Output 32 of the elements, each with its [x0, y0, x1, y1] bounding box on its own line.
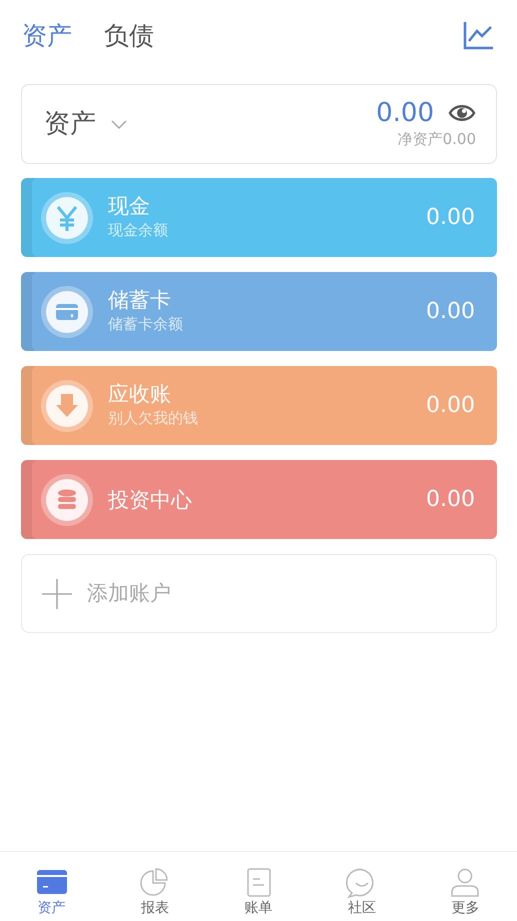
chart-icon — [463, 20, 495, 50]
account-name: 现金 — [108, 193, 151, 220]
account-amount: 0.00 — [426, 392, 475, 420]
nav-tab[interactable]: 账单 — [206, 852, 310, 921]
account-name: 储蓄卡 — [108, 287, 172, 314]
nav-tab[interactable]: 更多 — [414, 852, 517, 921]
account-name: 投资中心 — [108, 486, 192, 512]
yen-icon — [41, 192, 93, 244]
chevron-down-icon — [110, 118, 128, 130]
plus-icon — [42, 578, 72, 608]
bank-card-icon — [41, 286, 93, 338]
summary-title: 资产 — [44, 108, 96, 140]
net-assets-text: 净资产0.00 — [398, 128, 476, 150]
account-card[interactable]: 投资中心 0.00 — [21, 460, 497, 539]
account-subtitle: 别人欠我的钱 — [108, 408, 198, 430]
nav-tab[interactable]: 报表 — [103, 852, 207, 921]
account-card[interactable]: 储蓄卡 储蓄卡余额 0.00 — [21, 272, 497, 351]
coin-stack-icon — [41, 474, 93, 526]
account-name: 应收账 — [108, 381, 172, 408]
account-card[interactable]: 现金 现金余额 0.00 — [21, 178, 497, 257]
add-account-label: 添加账户 — [87, 580, 171, 607]
account-amount: 0.00 — [426, 298, 475, 326]
account-amount: 0.00 — [426, 204, 475, 232]
nav-tab[interactable]: 社区 — [310, 852, 414, 921]
nav-tab[interactable]: 资产 — [0, 852, 104, 921]
tab[interactable]: 资产 — [22, 16, 72, 56]
tab[interactable]: 负债 — [104, 16, 154, 56]
add-account-button[interactable]: 添加账户 — [21, 554, 497, 633]
account-subtitle: 储蓄卡余额 — [108, 314, 183, 336]
total-amount: 0.00 — [376, 98, 434, 128]
account-subtitle: 现金余额 — [108, 220, 168, 242]
account-amount: 0.00 — [426, 486, 475, 514]
